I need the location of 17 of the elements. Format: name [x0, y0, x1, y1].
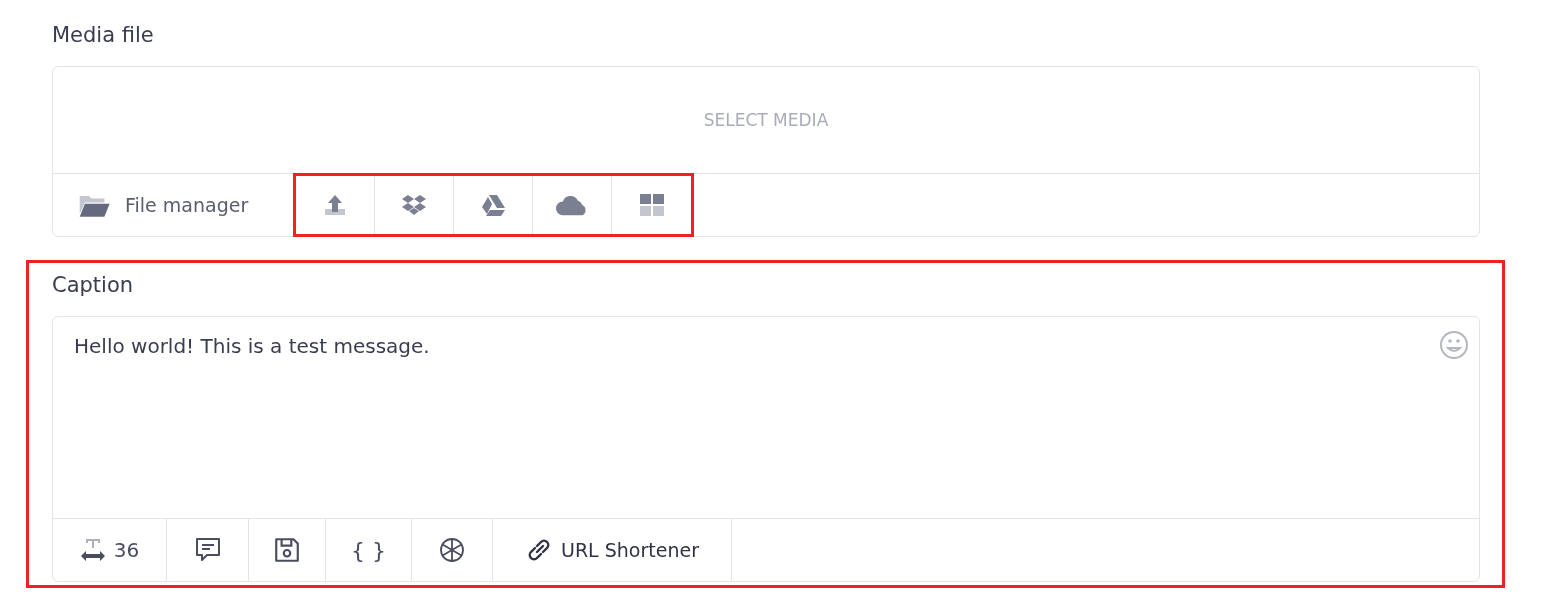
smiley-icon	[1439, 330, 1469, 360]
file-manager-button[interactable]: File manager	[53, 174, 293, 236]
comment-icon	[193, 536, 222, 564]
text-width-icon	[79, 538, 106, 562]
url-shortener-button[interactable]: URL Shortener	[493, 519, 732, 581]
character-counter[interactable]: 36	[53, 519, 167, 581]
upload-icon	[323, 193, 347, 217]
caption-field[interactable]: Hello world! This is a test message.	[53, 317, 1479, 519]
field-label: Media file	[52, 22, 155, 49]
grid-icon	[639, 193, 664, 217]
cloud-icon	[556, 193, 588, 217]
select-media-text: SELECT MEDIA	[703, 110, 829, 130]
caption-text: Hello world! This is a test message.	[74, 333, 430, 359]
triangle-drive-icon	[481, 193, 505, 217]
variables-button[interactable]: { }	[326, 519, 412, 581]
field-label: Caption	[52, 272, 135, 299]
dropbox-icon	[402, 193, 426, 217]
